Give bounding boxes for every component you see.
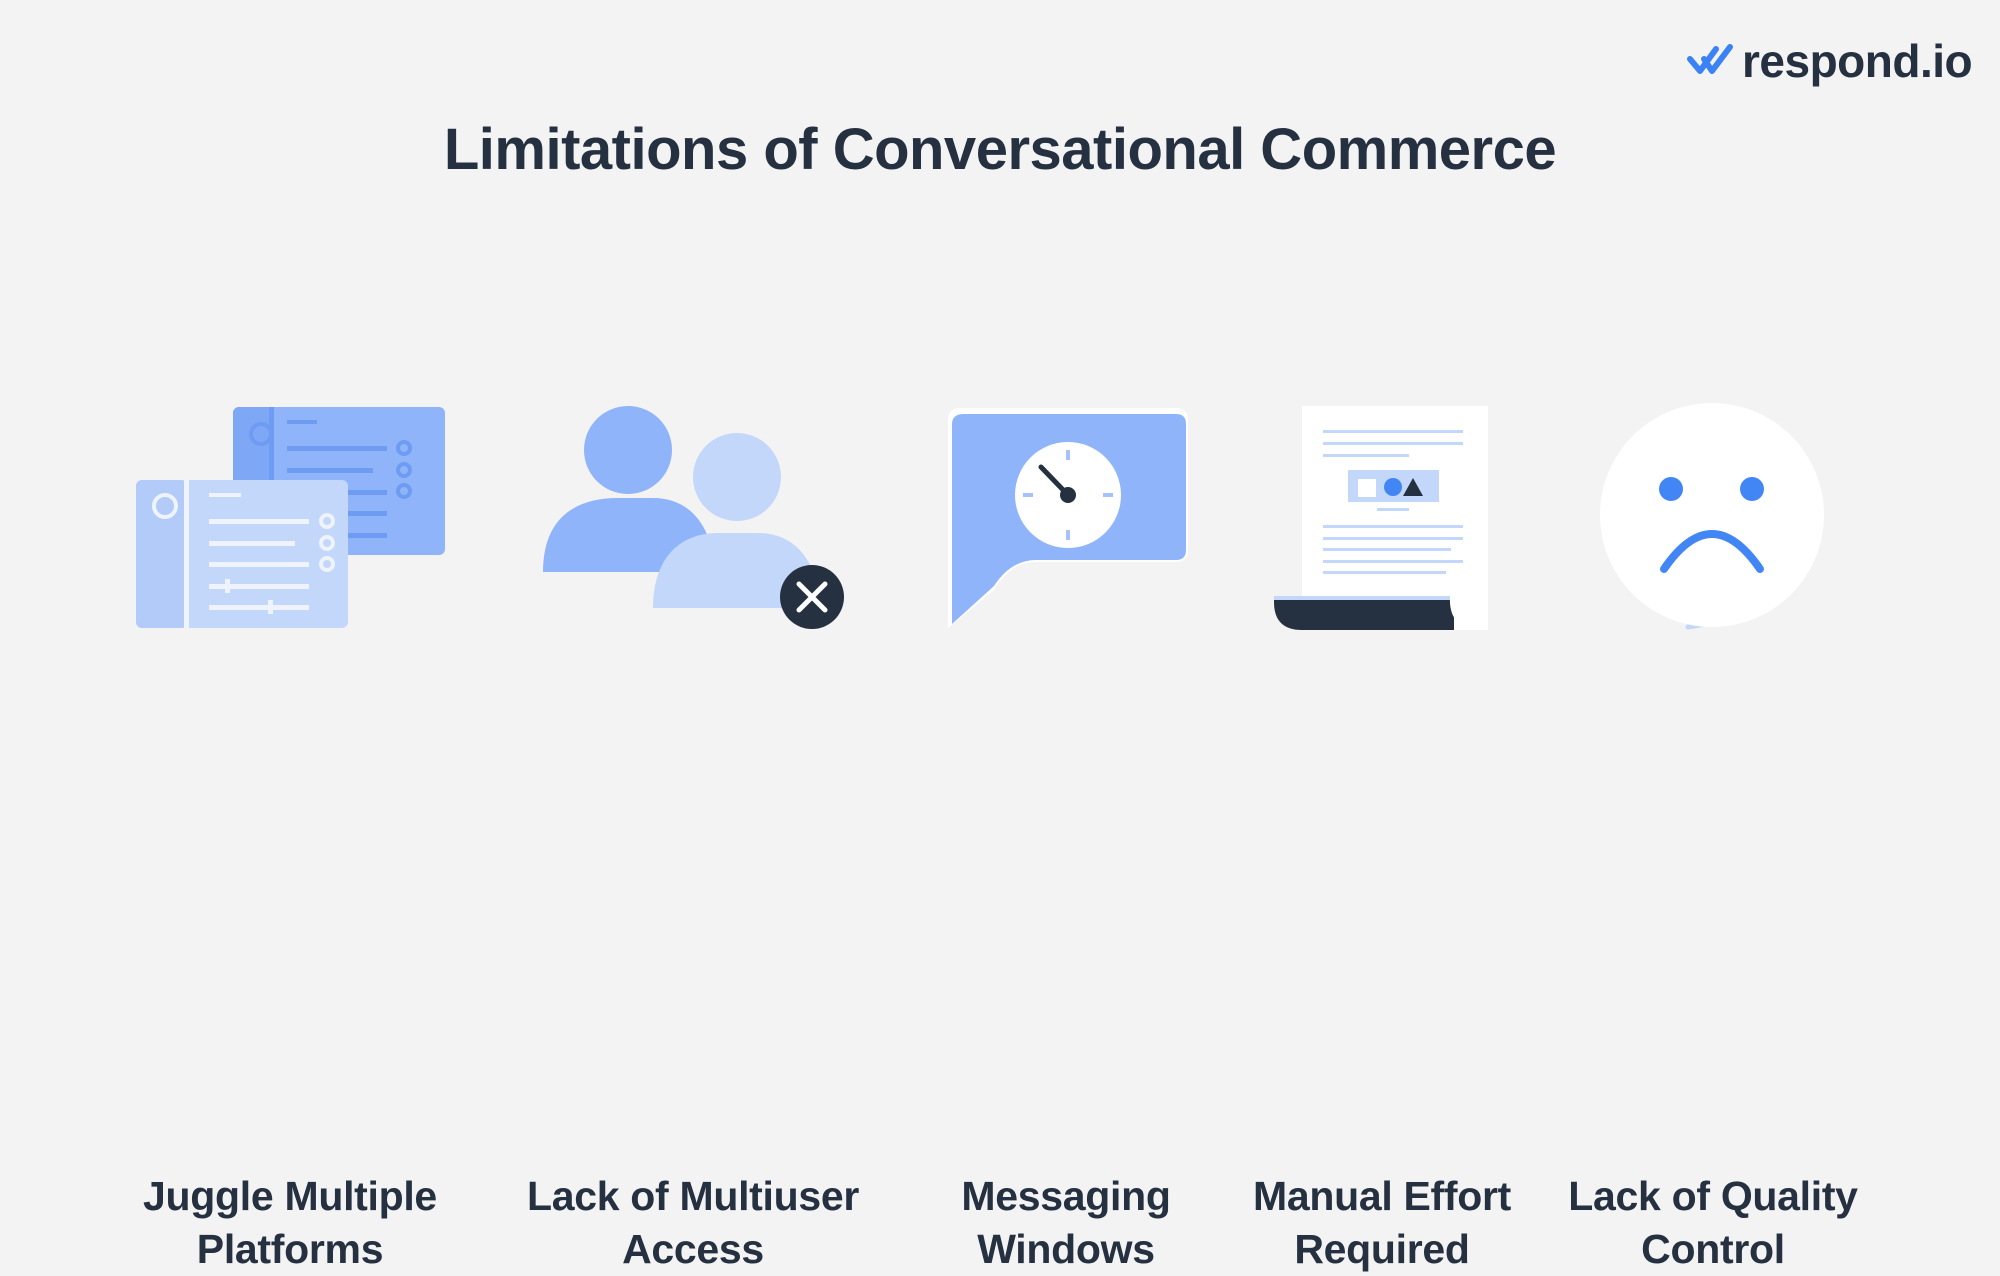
sad-face-icon [1600,403,1824,630]
users-blocked-icon [543,406,844,629]
limitation-label: Lack of Quality Control [1568,1173,1858,1272]
document-scroll-icon [1274,406,1488,630]
page-title: Limitations of Conversational Commerce [443,117,1557,182]
limitation-label: Manual Effort Required [1252,1173,1512,1272]
double-check-icon [1687,44,1733,74]
brand-name: respond.io [1742,35,1973,87]
multiple-windows-icon [136,407,445,628]
close-badge-icon [780,565,844,629]
limitation-label: Juggle Multiple Platforms [143,1173,437,1272]
brand-logo: respond.io [1686,35,1973,87]
limitation-label: Lack of Multiuser Access [526,1173,860,1272]
